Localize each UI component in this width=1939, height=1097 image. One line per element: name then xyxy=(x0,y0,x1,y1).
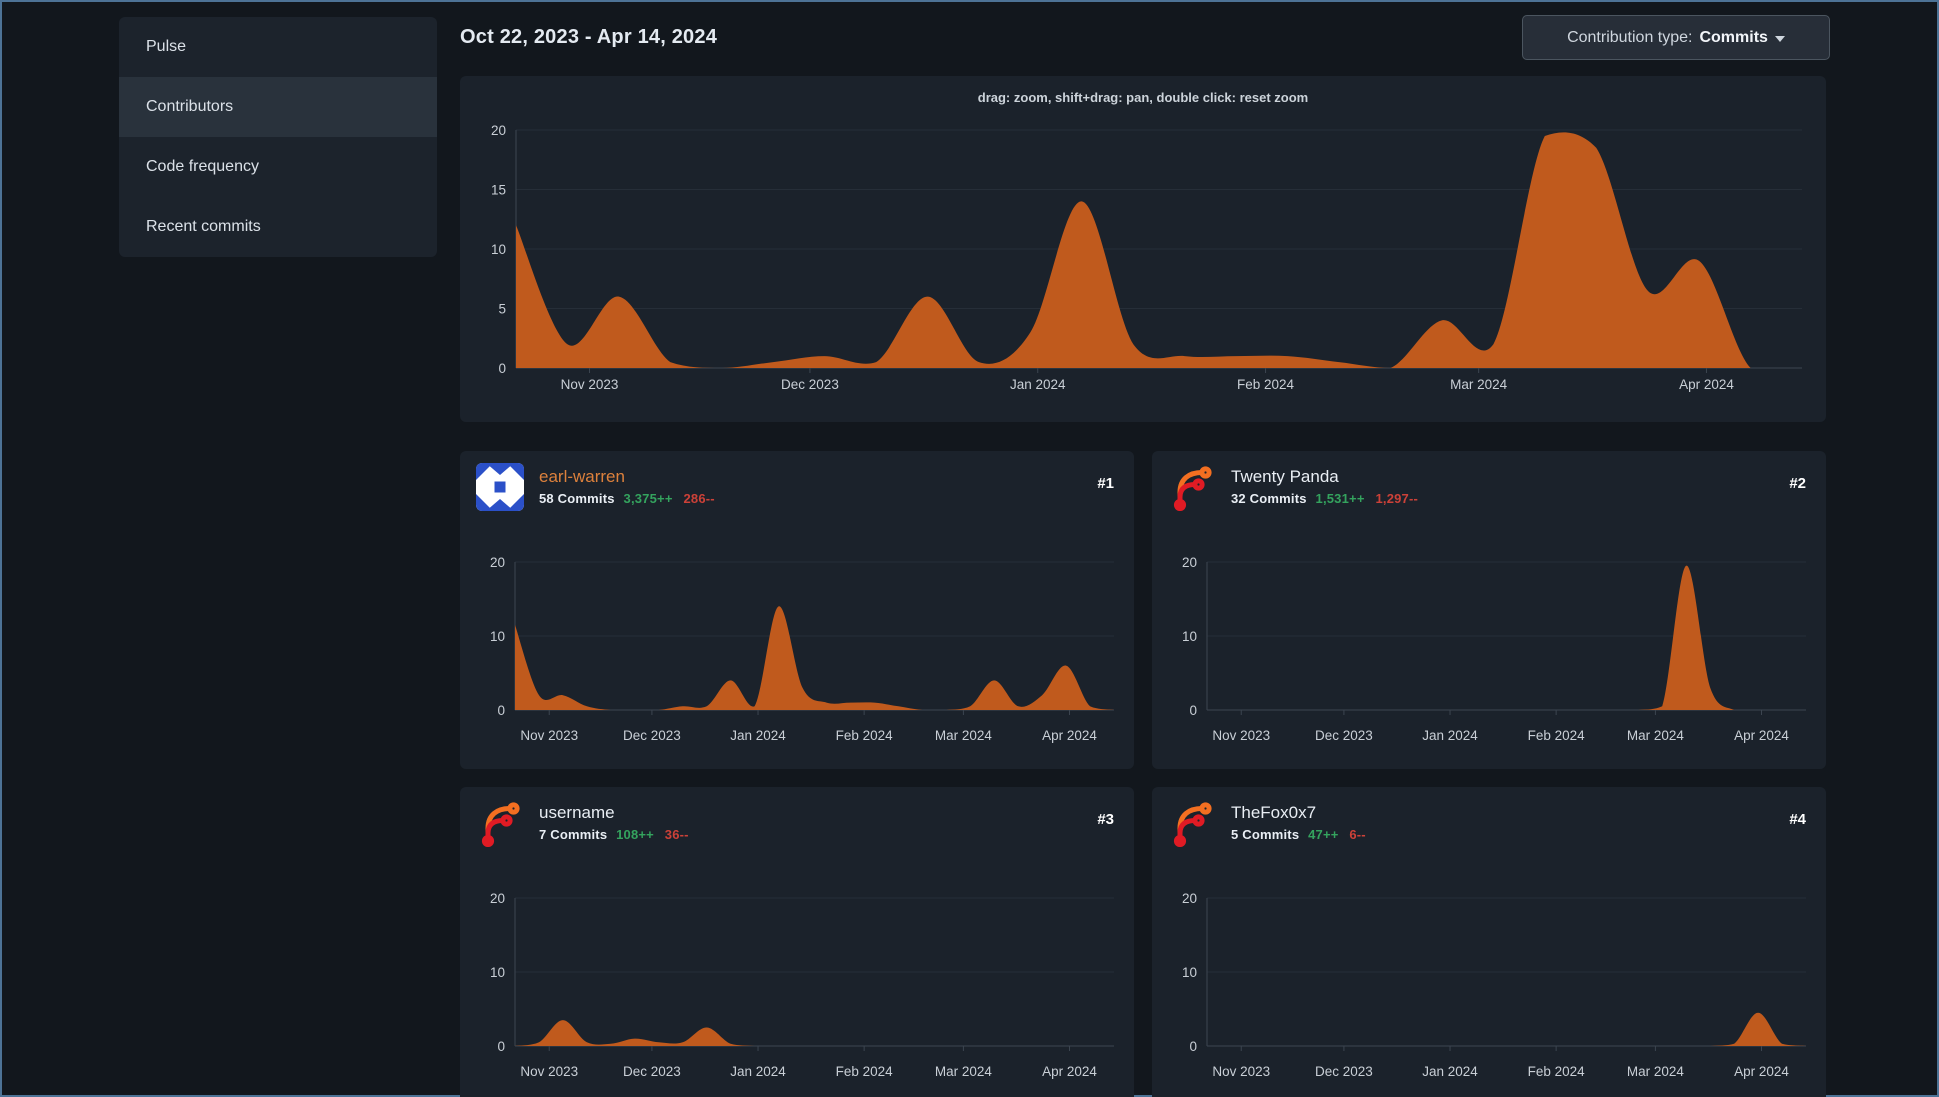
svg-text:Feb 2024: Feb 2024 xyxy=(1237,377,1295,392)
svg-text:Apr 2024: Apr 2024 xyxy=(1679,377,1734,392)
svg-text:Mar 2024: Mar 2024 xyxy=(1450,377,1508,392)
overview-commits-chart[interactable]: 0 5 10 15 20 Nov 2023 Dec 2023 Jan 2024 Feb 2024… xyxy=(460,76,1826,422)
svg-text:10: 10 xyxy=(1182,965,1197,980)
svg-text:15: 15 xyxy=(491,183,506,198)
svg-text:Nov 2023: Nov 2023 xyxy=(561,377,619,392)
svg-text:0: 0 xyxy=(1189,703,1197,718)
contributor-card: username 7 Commits 108++ 36-- #3 0 10 20 No… xyxy=(460,787,1134,1097)
svg-text:Apr 2024: Apr 2024 xyxy=(1042,1064,1097,1079)
contributor-commits-chart[interactable]: 0 10 20 Nov 2023 Dec 2023 Jan 2024 Feb 2024 Mar… xyxy=(1152,451,1826,769)
svg-text:20: 20 xyxy=(1182,891,1197,906)
svg-text:Dec 2023: Dec 2023 xyxy=(1315,728,1373,743)
svg-text:Jan 2024: Jan 2024 xyxy=(1422,728,1478,743)
date-range-title: Oct 22, 2023 - Apr 14, 2024 xyxy=(460,26,718,48)
svg-text:Mar 2024: Mar 2024 xyxy=(1627,1064,1685,1079)
contributor-card: earl-warren 58 Commits 3,375++ 286-- #1 … xyxy=(460,451,1134,769)
svg-text:Dec 2023: Dec 2023 xyxy=(623,1064,681,1079)
overview-chart-card: drag: zoom, shift+drag: pan, double clic… xyxy=(460,76,1826,422)
svg-text:0: 0 xyxy=(497,703,505,718)
svg-text:Apr 2024: Apr 2024 xyxy=(1734,1064,1789,1079)
svg-text:Jan 2024: Jan 2024 xyxy=(730,728,786,743)
svg-text:Apr 2024: Apr 2024 xyxy=(1042,728,1097,743)
svg-text:Dec 2023: Dec 2023 xyxy=(781,377,839,392)
sidebar-item-contributors[interactable]: Contributors xyxy=(119,77,437,137)
svg-text:0: 0 xyxy=(1189,1039,1197,1054)
contributor-commits-chart[interactable]: 0 10 20 Nov 2023 Dec 2023 Jan 2024 Feb 2024 Mar… xyxy=(460,787,1134,1097)
svg-text:Nov 2023: Nov 2023 xyxy=(520,1064,578,1079)
contributor-card: TheFox0x7 5 Commits 47++ 6-- #4 0 10 20 Nov… xyxy=(1152,787,1826,1097)
sidebar-item-recent-commits[interactable]: Recent commits xyxy=(119,197,437,257)
svg-text:Feb 2024: Feb 2024 xyxy=(1528,728,1586,743)
sidebar-item-code-frequency[interactable]: Code frequency xyxy=(119,137,437,197)
svg-text:20: 20 xyxy=(1182,555,1197,570)
svg-text:20: 20 xyxy=(490,555,505,570)
chevron-down-icon xyxy=(1774,35,1785,42)
contribution-type-label: Contribution type: xyxy=(1567,28,1693,46)
contribution-type-value: Commits xyxy=(1699,28,1768,46)
svg-text:Mar 2024: Mar 2024 xyxy=(935,1064,993,1079)
sidebar-item-pulse[interactable]: Pulse xyxy=(119,17,437,77)
svg-text:0: 0 xyxy=(497,1039,505,1054)
svg-text:Mar 2024: Mar 2024 xyxy=(935,728,993,743)
svg-text:5: 5 xyxy=(498,302,506,317)
contributor-commits-chart[interactable]: 0 10 20 Nov 2023 Dec 2023 Jan 2024 Feb 2024 Mar… xyxy=(1152,787,1826,1097)
svg-text:Dec 2023: Dec 2023 xyxy=(1315,1064,1373,1079)
svg-text:Jan 2024: Jan 2024 xyxy=(730,1064,786,1079)
svg-text:20: 20 xyxy=(491,123,506,138)
svg-text:Mar 2024: Mar 2024 xyxy=(1627,728,1685,743)
contributor-commits-chart[interactable]: 0 10 20 Nov 2023 Dec 2023 Jan 2024 Feb 2024 Mar… xyxy=(460,451,1134,769)
svg-text:Apr 2024: Apr 2024 xyxy=(1734,728,1789,743)
svg-text:10: 10 xyxy=(490,965,505,980)
svg-text:Nov 2023: Nov 2023 xyxy=(1212,728,1270,743)
svg-text:0: 0 xyxy=(498,361,506,376)
svg-text:Dec 2023: Dec 2023 xyxy=(623,728,681,743)
contribution-type-dropdown[interactable]: Contribution type: Commits xyxy=(1522,15,1830,60)
svg-text:Jan 2024: Jan 2024 xyxy=(1010,377,1066,392)
svg-text:Feb 2024: Feb 2024 xyxy=(836,728,894,743)
svg-text:20: 20 xyxy=(490,891,505,906)
svg-text:Jan 2024: Jan 2024 xyxy=(1422,1064,1478,1079)
svg-text:10: 10 xyxy=(491,242,506,257)
svg-text:10: 10 xyxy=(1182,629,1197,644)
svg-text:Feb 2024: Feb 2024 xyxy=(1528,1064,1586,1079)
svg-text:Feb 2024: Feb 2024 xyxy=(836,1064,894,1079)
activity-sidebar-menu: Pulse Contributors Code frequency Recent… xyxy=(119,17,437,257)
svg-text:Nov 2023: Nov 2023 xyxy=(1212,1064,1270,1079)
svg-text:Nov 2023: Nov 2023 xyxy=(520,728,578,743)
svg-text:10: 10 xyxy=(490,629,505,644)
contributor-card: Twenty Panda 32 Commits 1,531++ 1,297-- … xyxy=(1152,451,1826,769)
